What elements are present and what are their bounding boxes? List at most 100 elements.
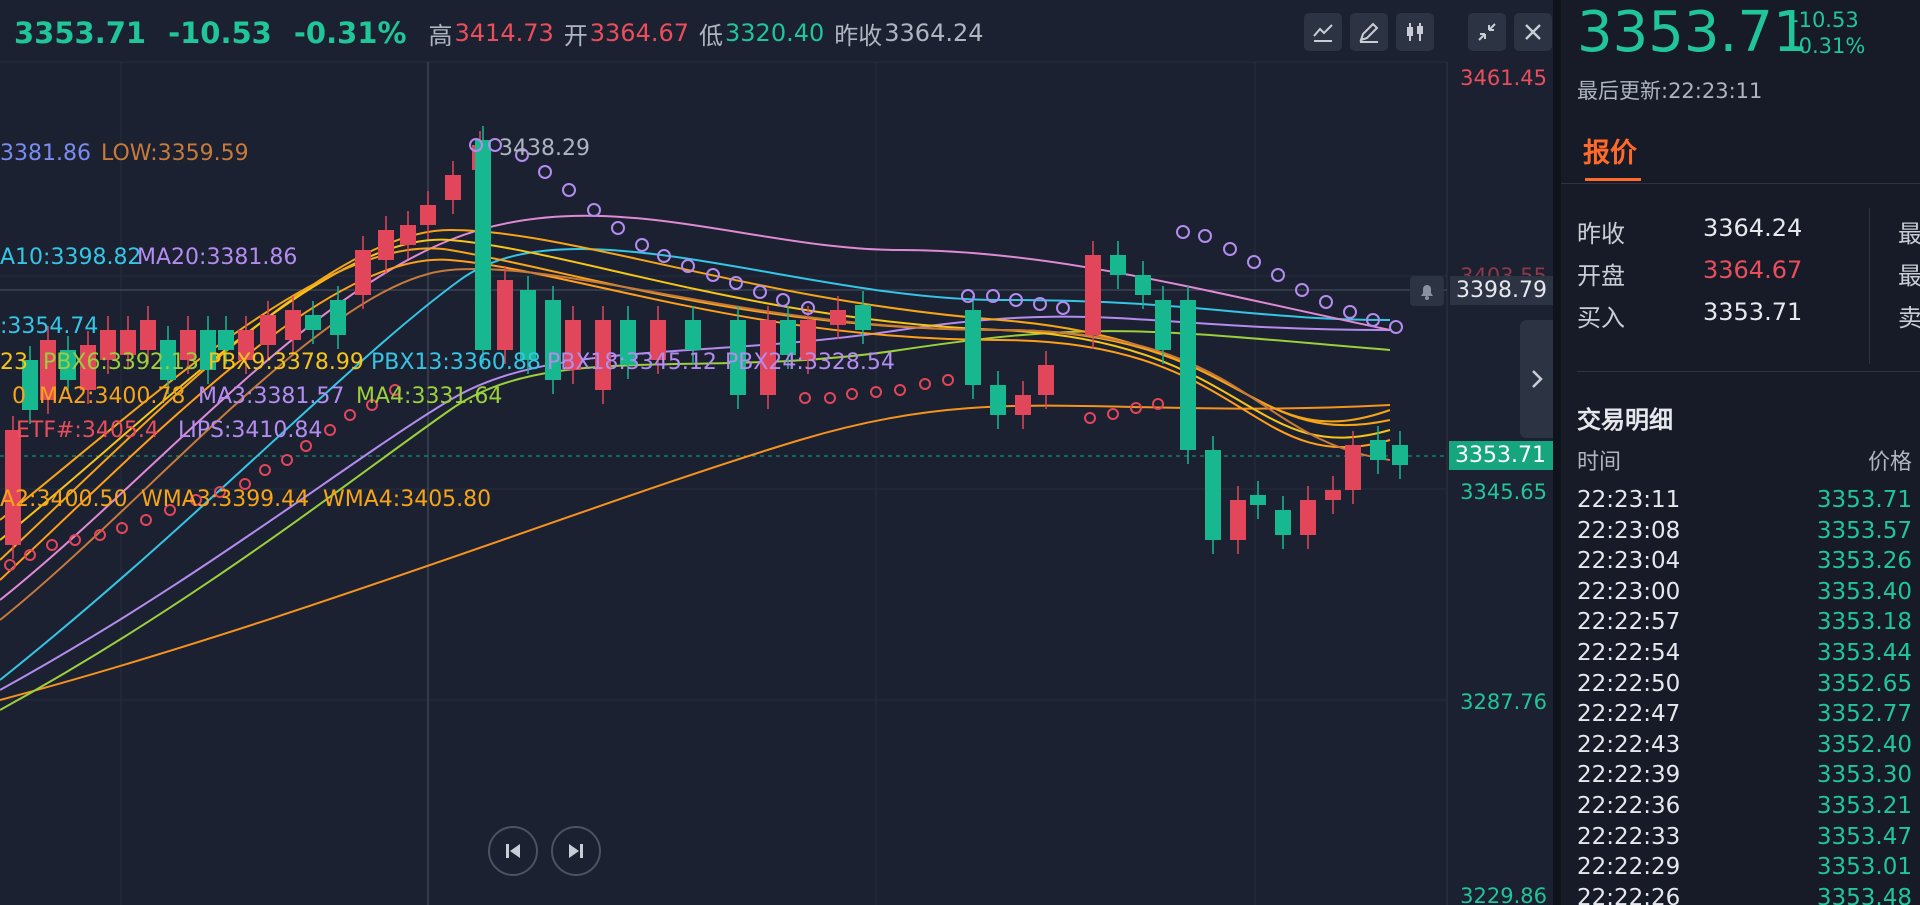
sar-dot xyxy=(562,183,576,197)
candle-body xyxy=(330,300,346,335)
sar-dot xyxy=(776,293,790,307)
candlestick-icon xyxy=(1407,23,1423,41)
trade-time: 22:22:33 xyxy=(1577,823,1681,850)
chart-type-button[interactable] xyxy=(1396,13,1434,51)
close-button[interactable] xyxy=(1514,13,1552,51)
sar-dot xyxy=(4,559,16,571)
candle-body xyxy=(1325,490,1341,500)
axis-price-4: 3287.76 xyxy=(1460,690,1547,714)
quote-divider xyxy=(1577,371,1920,372)
trade-price: 3353.57 xyxy=(1816,517,1912,544)
quote-change: -10.53 xyxy=(1791,8,1859,32)
sar-dot xyxy=(1084,412,1096,424)
candle-body xyxy=(1392,445,1408,465)
legend-pbx13: PBX13:3360.88 xyxy=(371,350,541,375)
indicator-icon xyxy=(1313,24,1333,42)
quote-panel: 3353.71 -10.53 -0.31% 最后更新:22:23:11 报价 昨… xyxy=(1561,0,1920,905)
collapse-icon xyxy=(1478,23,1496,41)
peak-label: 3438.29 xyxy=(499,136,590,161)
low-label: 低 xyxy=(699,21,724,50)
tab-divider xyxy=(1561,183,1920,184)
tab-underline xyxy=(1585,178,1641,181)
tab-quote[interactable]: 报价 xyxy=(1583,131,1637,170)
legend-ma2-prefix: 0 xyxy=(12,384,26,409)
draw-pen-icon xyxy=(1359,22,1379,43)
sar-dot xyxy=(894,384,906,396)
trade-time: 22:22:26 xyxy=(1577,884,1681,905)
trade-price: 3353.48 xyxy=(1816,884,1912,905)
quote-cut-label: 最 xyxy=(1898,262,1920,290)
draw-button[interactable] xyxy=(1350,13,1388,51)
trade-time: 22:23:04 xyxy=(1577,548,1681,575)
sar-dot xyxy=(1176,225,1190,239)
high-value: 3414.73 xyxy=(454,19,554,47)
quote-cut-label: 卖 xyxy=(1898,304,1920,332)
collapse-button[interactable] xyxy=(1468,13,1506,51)
legend-wma2: A2:3400.50 xyxy=(0,487,128,512)
sar-dot xyxy=(961,289,975,303)
legend-ma3: MA3:3381.57 xyxy=(198,384,345,409)
indicator-button[interactable] xyxy=(1304,13,1342,51)
sar-dot xyxy=(46,539,58,551)
axis-price-1: 3461.45 xyxy=(1460,66,1547,90)
quote-price: 3353.71 xyxy=(1577,0,1809,65)
sar-dot xyxy=(635,238,649,252)
trade-price: 3352.65 xyxy=(1816,670,1912,697)
alert-button[interactable] xyxy=(1410,276,1444,306)
trade-time: 22:22:54 xyxy=(1577,640,1681,666)
col-price: 价格 xyxy=(1867,450,1912,475)
sar-dot xyxy=(824,392,836,404)
legend-wma3: WMA3:3399.44 xyxy=(141,487,310,512)
legend-pbx18: PBX18:3345.12 xyxy=(547,350,717,375)
legend-pbx9: PBX9:3378.99 xyxy=(208,350,364,375)
axis-price-3: 3345.65 xyxy=(1460,480,1547,504)
sar-dot xyxy=(1107,408,1119,420)
legend-ma4: MA4:3331.64 xyxy=(356,384,503,409)
candle-body xyxy=(497,280,513,350)
trade-time: 22:22:50 xyxy=(1577,670,1681,697)
trade-price: 3352.40 xyxy=(1816,731,1912,758)
col-time: 时间 xyxy=(1577,450,1622,475)
candle-body xyxy=(1085,255,1101,335)
candle-body xyxy=(830,310,846,325)
candle-body xyxy=(1180,300,1196,450)
crosshair-price-label: 3398.79 xyxy=(1450,276,1553,305)
quote-label: 买入 xyxy=(1577,304,1625,332)
sar-dot xyxy=(259,464,271,476)
legend-sar: ETF#:3405.4 xyxy=(16,418,159,443)
expand-panel-tab[interactable] xyxy=(1520,320,1553,438)
legend-ma-partial: :3354.74 xyxy=(0,314,99,339)
low-value: 3320.40 xyxy=(725,19,825,47)
sar-dot xyxy=(753,285,767,299)
panel-divider[interactable] xyxy=(1553,0,1561,905)
quote-row-bid: 买入 3353.71 卖 xyxy=(1577,298,1920,333)
trade-time: 22:22:36 xyxy=(1577,793,1681,819)
open-value: 3364.67 xyxy=(589,19,690,47)
chart-panel[interactable]: 3353.71 -10.53 -0.31% 高 3414.73 开 3364.6… xyxy=(0,0,1553,905)
trade-price: 3353.30 xyxy=(1816,762,1912,789)
axis-price-5: 3229.86 xyxy=(1460,884,1547,905)
candle-body xyxy=(1345,445,1361,490)
price-summary-bar: 3353.71 -10.53 -0.31% 高 3414.73 开 3364.6… xyxy=(0,0,1314,66)
price-chart[interactable] xyxy=(0,0,1553,905)
candle-body xyxy=(1205,450,1221,540)
candle-body xyxy=(260,315,276,345)
quote-row-prev: 昨收 3364.24 最 xyxy=(1577,214,1920,249)
trade-time: 22:23:11 xyxy=(1577,487,1681,513)
candle-body xyxy=(1155,300,1171,350)
jump-end-button[interactable] xyxy=(551,826,601,876)
trade-time: 22:23:00 xyxy=(1577,578,1681,605)
sar-dot xyxy=(799,392,811,404)
trade-time: 22:22:57 xyxy=(1577,609,1681,636)
trade-price: 3353.47 xyxy=(1816,823,1912,850)
candle-body xyxy=(475,140,491,350)
sar-dot xyxy=(324,424,336,436)
close-icon xyxy=(1525,24,1541,40)
legend-low: LOW:3359.59 xyxy=(101,141,249,166)
jump-start-button[interactable] xyxy=(488,826,538,876)
candle-body xyxy=(1135,275,1151,295)
candle-body xyxy=(378,230,394,260)
quote-value: 3364.24 xyxy=(1703,214,1803,242)
trade-time: 22:22:39 xyxy=(1577,762,1681,789)
legend-wma4: WMA4:3405.80 xyxy=(323,487,492,512)
